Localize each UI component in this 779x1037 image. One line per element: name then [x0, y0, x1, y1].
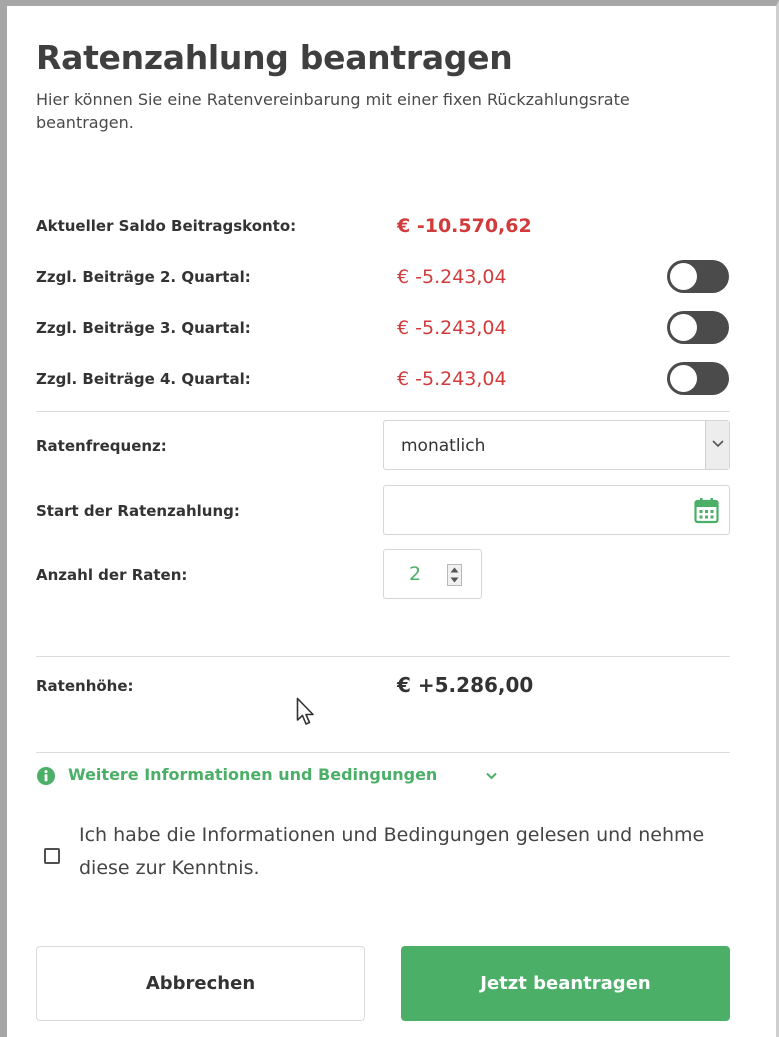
divider: [36, 411, 730, 412]
rate-label: Ratenhöhe:: [36, 677, 134, 695]
page-subtitle: Hier können Sie eine Ratenvereinbarung m…: [36, 90, 630, 132]
quarter-4-toggle[interactable]: [667, 362, 729, 395]
chevron-down-icon[interactable]: [486, 772, 497, 780]
quarter-4-value: € -5.243,04: [397, 368, 507, 390]
frequency-label: Ratenfrequenz:: [36, 437, 167, 455]
quarter-4-label: Zzgl. Beiträge 4. Quartal:: [36, 370, 251, 388]
installment-count-stepper[interactable]: 2: [383, 549, 482, 599]
consent-checkbox[interactable]: [44, 848, 60, 864]
toggle-knob: [670, 314, 697, 341]
quarter-2-label: Zzgl. Beiträge 2. Quartal:: [36, 268, 251, 286]
page-title: Ratenzahlung beantragen: [36, 38, 513, 77]
info-circle-icon: [37, 767, 55, 785]
divider: [36, 752, 730, 753]
installment-count-value: 2: [409, 563, 422, 585]
spinner-down-icon[interactable]: [450, 577, 459, 583]
frequency-select[interactable]: monatlich: [383, 420, 730, 470]
spinner-up-icon[interactable]: [450, 567, 459, 573]
quarter-3-toggle[interactable]: [667, 311, 729, 344]
more-info-link[interactable]: Weitere Informationen und Bedingungen: [68, 765, 437, 784]
installment-count-label: Anzahl der Raten:: [36, 566, 188, 584]
consent-text: Ich habe die Informationen und Bedingung…: [79, 824, 705, 879]
spinner-arrows-icon[interactable]: [447, 564, 462, 586]
frequency-select-value: monatlich: [401, 436, 486, 456]
select-dropdown-button[interactable]: [705, 421, 729, 469]
rate-value: € +5.286,00: [397, 673, 534, 697]
mouse-cursor-icon: [296, 697, 314, 725]
chevron-down-icon: [712, 440, 724, 448]
start-date-input[interactable]: [383, 485, 730, 535]
quarter-3-value: € -5.243,04: [397, 317, 507, 339]
quarter-3-label: Zzgl. Beiträge 3. Quartal:: [36, 319, 251, 337]
balance-label: Aktueller Saldo Beitragskonto:: [36, 217, 297, 235]
quarter-2-value: € -5.243,04: [397, 266, 507, 288]
toggle-knob: [670, 263, 697, 290]
cancel-button[interactable]: Abbrechen: [36, 946, 365, 1021]
submit-button[interactable]: Jetzt beantragen: [401, 946, 730, 1021]
balance-value: € -10.570,62: [397, 215, 532, 237]
start-date-label: Start der Ratenzahlung:: [36, 502, 240, 520]
quarter-2-toggle[interactable]: [667, 260, 729, 293]
toggle-knob: [670, 365, 697, 392]
calendar-icon[interactable]: [694, 497, 719, 524]
divider: [36, 656, 730, 657]
